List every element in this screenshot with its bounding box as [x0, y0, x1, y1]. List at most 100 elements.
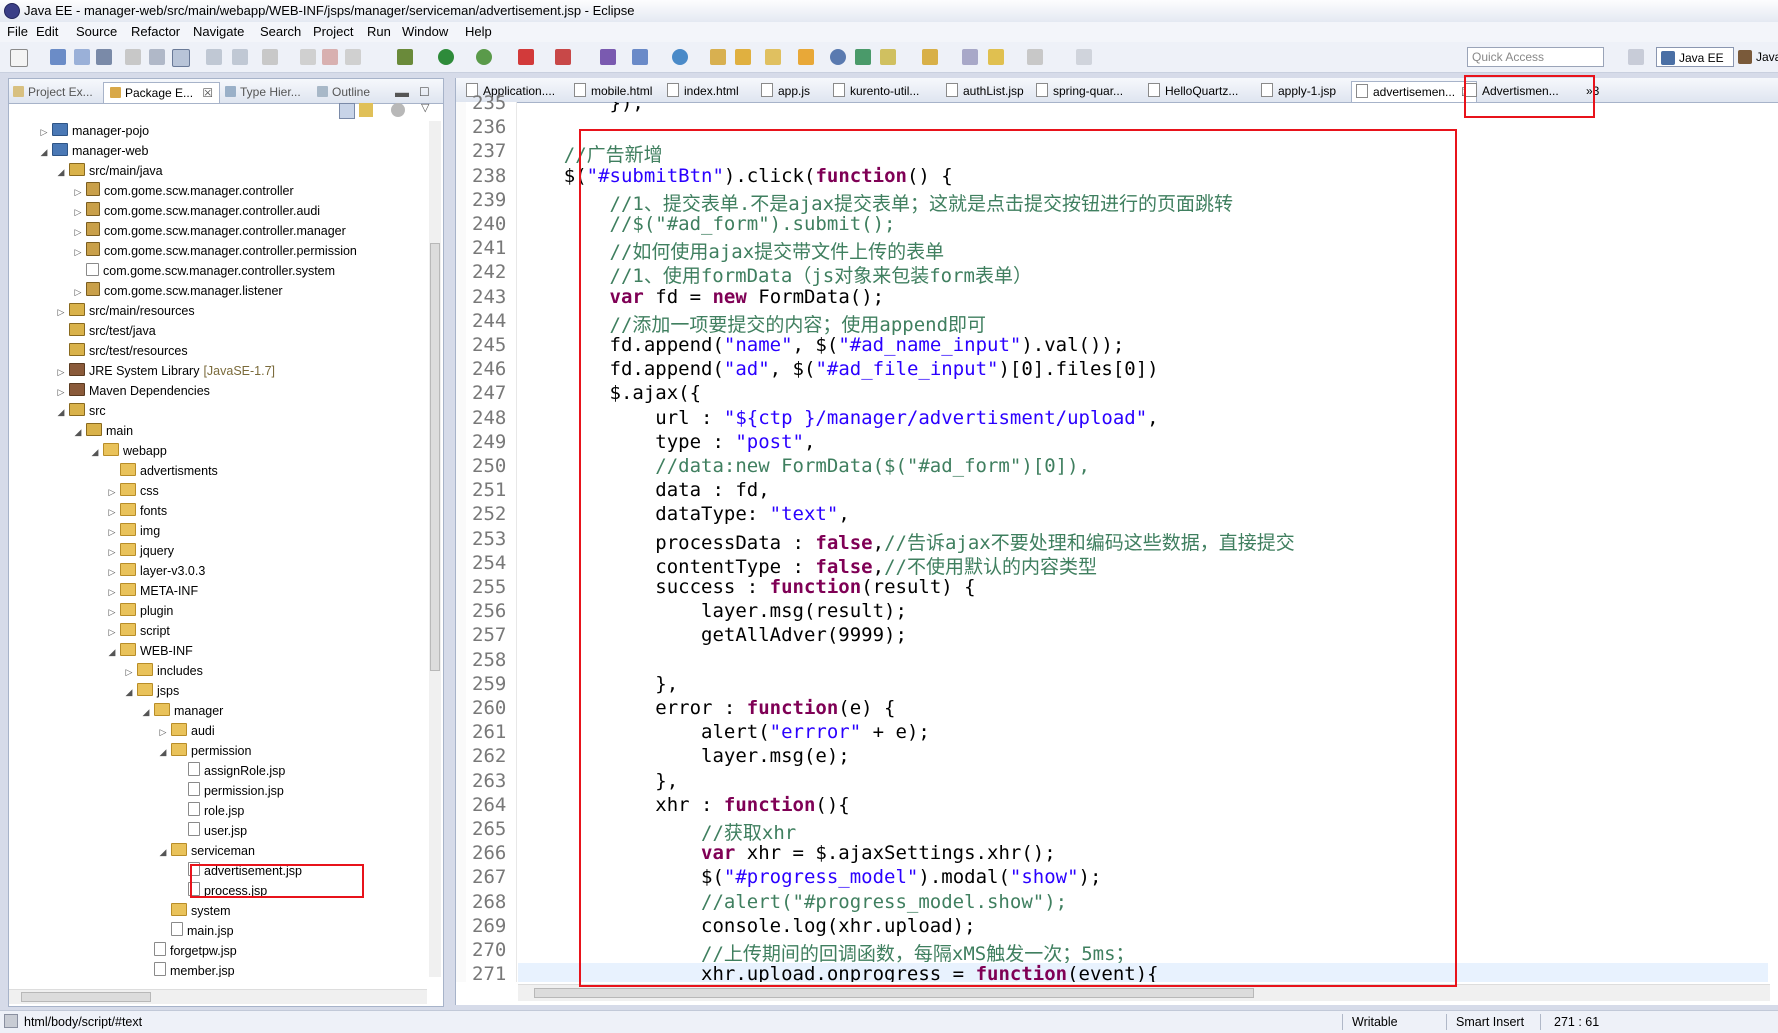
code-line[interactable]: }); [518, 102, 644, 114]
tree-item[interactable]: ◢ webapp [90, 441, 167, 461]
scroll-thumb[interactable] [534, 988, 1254, 998]
tree-item[interactable]: role.jsp [175, 801, 244, 821]
server-icon[interactable] [555, 49, 571, 65]
collapsed-arrow-icon[interactable]: ▷ [73, 182, 83, 202]
tree-item[interactable]: ◢ src [56, 401, 106, 421]
new-class-icon[interactable] [672, 49, 688, 65]
tree-item[interactable]: ▷ src/main/resources [56, 301, 195, 321]
last-edit-icon[interactable] [962, 49, 978, 65]
menu-help[interactable]: Help [465, 24, 492, 39]
collapsed-arrow-icon[interactable]: ▷ [56, 362, 66, 382]
expanded-arrow-icon[interactable]: ◢ [56, 402, 66, 422]
editor-tab[interactable]: advertisemen...☒ [1351, 81, 1477, 102]
collapsed-arrow-icon[interactable]: ▷ [107, 602, 117, 622]
editor-tab[interactable]: app.js [761, 81, 810, 101]
mark-occurrences-icon[interactable] [855, 49, 871, 65]
expanded-arrow-icon[interactable]: ◢ [158, 842, 168, 862]
disconnect-icon[interactable] [345, 49, 361, 65]
tree-item[interactable]: ◢ manager [141, 701, 223, 721]
tree-item[interactable]: assignRole.jsp [175, 761, 285, 781]
collapsed-arrow-icon[interactable]: ▷ [73, 202, 83, 222]
undo-icon[interactable] [206, 49, 222, 65]
toggle-block-icon[interactable] [149, 49, 165, 65]
pin-editor-icon[interactable] [1076, 49, 1092, 65]
expanded-arrow-icon[interactable]: ◢ [73, 422, 83, 442]
menu-edit[interactable]: Edit [36, 24, 58, 39]
editor-tab[interactable]: HelloQuartz... [1148, 81, 1238, 101]
server-stop-icon[interactable] [518, 49, 534, 65]
run-external-icon[interactable] [476, 49, 492, 65]
menu-run[interactable]: Run [367, 24, 391, 39]
tree-item[interactable]: ▷ jquery [107, 541, 174, 561]
expanded-arrow-icon[interactable]: ◢ [90, 442, 100, 462]
collapsed-arrow-icon[interactable]: ▷ [124, 662, 134, 682]
tree-item[interactable]: ▷ JRE System Library [JavaSE-1.7] [56, 361, 275, 381]
tree-vertical-scrollbar[interactable] [429, 121, 441, 977]
tree-item[interactable]: com.gome.scw.manager.controller.system [73, 261, 335, 281]
tree-item[interactable]: ▷ plugin [107, 601, 173, 621]
tree-item[interactable]: ▷ css [107, 481, 159, 501]
tree-item[interactable]: ▷ layer-v3.0.3 [107, 561, 205, 581]
editor-tab[interactable]: mobile.html [574, 81, 652, 101]
save-icon[interactable] [50, 49, 66, 65]
tree-item[interactable]: ▷ includes [124, 661, 203, 681]
tree-item[interactable]: ▷ com.gome.scw.manager.controller.manager [73, 221, 346, 241]
new-icon[interactable] [10, 49, 28, 67]
collapse-all-icon[interactable] [339, 103, 355, 119]
tree-item[interactable]: advertisments [107, 461, 218, 481]
tree-item[interactable]: ▷ manager-pojo [39, 121, 149, 141]
menu-window[interactable]: Window [402, 24, 448, 39]
close-icon[interactable]: ☒ [202, 86, 213, 100]
menu-search[interactable]: Search [260, 24, 301, 39]
tree-item[interactable]: ▷ com.gome.scw.manager.controller.audi [73, 201, 320, 221]
terminate-icon[interactable] [322, 49, 338, 65]
tree-item[interactable]: permission.jsp [175, 781, 284, 801]
run-icon[interactable] [438, 49, 454, 65]
search-icon[interactable] [765, 49, 781, 65]
collapsed-arrow-icon[interactable]: ▷ [158, 722, 168, 742]
save-all-icon[interactable] [74, 49, 90, 65]
collapsed-arrow-icon[interactable]: ▷ [107, 482, 117, 502]
collapsed-arrow-icon[interactable]: ▷ [107, 542, 117, 562]
tree-item[interactable]: user.jsp [175, 821, 247, 841]
tree-item[interactable]: ◢ permission [158, 741, 251, 761]
print-icon[interactable] [96, 49, 112, 65]
expanded-arrow-icon[interactable]: ◢ [141, 702, 151, 722]
tree-item[interactable]: src/test/java [56, 321, 156, 341]
minimize-icon[interactable]: ▬ [395, 82, 409, 102]
open-task-icon[interactable] [798, 49, 814, 65]
tree-item[interactable]: ▷ com.gome.scw.manager.controller.permiss… [73, 241, 357, 261]
tree-item[interactable]: main.jsp [158, 921, 234, 941]
collapsed-arrow-icon[interactable]: ▷ [107, 562, 117, 582]
perspective-javaee-button[interactable]: Java EE [1656, 47, 1734, 67]
cut-icon[interactable] [125, 49, 141, 65]
debug-icon[interactable] [397, 49, 413, 65]
menu-file[interactable]: File [7, 24, 28, 39]
quick-access-input[interactable]: Quick Access [1467, 47, 1604, 67]
collapsed-arrow-icon[interactable]: ▷ [73, 222, 83, 242]
tree-item[interactable]: ▷ audi [158, 721, 215, 741]
collapsed-arrow-icon[interactable]: ▷ [56, 302, 66, 322]
collapsed-arrow-icon[interactable]: ▷ [56, 382, 66, 402]
tree-horizontal-scrollbar[interactable] [9, 989, 427, 1004]
expanded-arrow-icon[interactable]: ◢ [124, 682, 134, 702]
forward-icon[interactable] [1027, 49, 1043, 65]
tree-item[interactable]: member.jsp [141, 961, 235, 977]
step-icon[interactable] [262, 49, 278, 65]
tree-item[interactable]: ▷ Maven Dependencies [56, 381, 210, 401]
maximize-icon[interactable]: ☐ [419, 82, 430, 102]
tab-outline[interactable]: Outline [317, 82, 370, 102]
open-type-icon[interactable] [710, 49, 726, 65]
build-icon[interactable] [600, 49, 616, 65]
expanded-arrow-icon[interactable]: ◢ [107, 642, 117, 662]
tree-item[interactable]: ◢ manager-web [39, 141, 148, 161]
prev-annotation-icon[interactable] [922, 49, 938, 65]
tab-type-hierarchy[interactable]: Type Hier... [225, 82, 301, 102]
open-perspective-icon[interactable] [1628, 49, 1644, 65]
tab-package-explorer[interactable]: Package E... ☒ [103, 82, 221, 103]
tree-item[interactable]: ◢ jsps [124, 681, 179, 701]
collapsed-arrow-icon[interactable]: ▷ [73, 242, 83, 262]
collapsed-arrow-icon[interactable]: ▷ [107, 522, 117, 542]
menu-navigate[interactable]: Navigate [193, 24, 244, 39]
chevron-down-icon[interactable]: ▽ [421, 101, 429, 114]
